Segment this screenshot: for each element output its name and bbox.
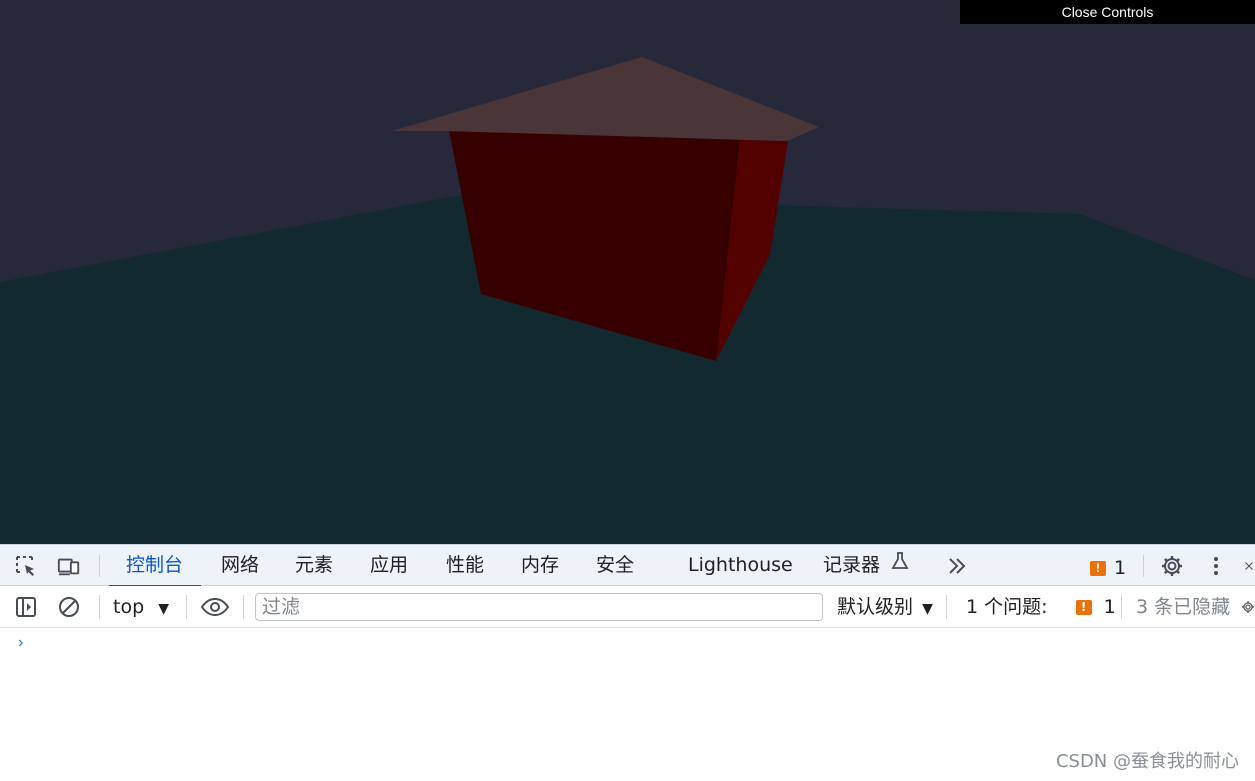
divider bbox=[1143, 555, 1144, 577]
filter-input[interactable] bbox=[255, 593, 823, 621]
hidden-messages-count: 3 条已隐藏 bbox=[1136, 596, 1231, 618]
close-icon[interactable] bbox=[1243, 554, 1255, 578]
issues-badge-button[interactable]: ! 1 bbox=[1090, 557, 1126, 579]
issue-badge-icon: ! bbox=[1090, 560, 1106, 576]
context-selector-label: top bbox=[113, 596, 145, 618]
divider bbox=[99, 595, 100, 619]
issues-count: 1 bbox=[1103, 596, 1116, 618]
context-selector[interactable]: top ▼ bbox=[113, 586, 169, 628]
issues-link[interactable]: 1 个问题: ! 1 bbox=[966, 586, 1116, 628]
issue-badge-icon: ! bbox=[1075, 600, 1092, 615]
divider bbox=[946, 595, 947, 619]
console-settings-gear-icon[interactable] bbox=[1241, 594, 1255, 620]
tab-recorder[interactable]: 记录器 bbox=[823, 545, 910, 586]
devtools-panel: 控制台 网络 元素 应用 性能 内存 安全 Lighthouse 记录器 ! 1 bbox=[0, 544, 1255, 781]
caret-down-icon: ▼ bbox=[922, 601, 933, 617]
log-level-dropdown[interactable]: 默认级别 ▼ bbox=[837, 586, 933, 628]
watermark: CSDN @蚕食我的耐心 bbox=[1055, 751, 1239, 772]
three-scene-canvas[interactable] bbox=[0, 0, 1255, 544]
caret-down-icon: ▼ bbox=[158, 601, 169, 617]
tab-performance[interactable]: 性能 bbox=[446, 545, 484, 586]
tab-console[interactable]: 控制台 bbox=[108, 545, 202, 587]
issues-label: 1 个问题: bbox=[966, 596, 1048, 618]
console-prompt-icon: › bbox=[18, 634, 24, 651]
sidebar-toggle-icon[interactable] bbox=[13, 594, 39, 620]
tab-memory[interactable]: 内存 bbox=[521, 545, 559, 586]
gear-icon[interactable] bbox=[1160, 554, 1184, 578]
chevron-double-right-icon[interactable] bbox=[945, 554, 969, 578]
log-level-label: 默认级别 bbox=[837, 596, 914, 618]
flask-icon bbox=[890, 545, 910, 586]
clear-console-icon[interactable] bbox=[56, 594, 82, 620]
eye-icon[interactable] bbox=[200, 594, 230, 620]
tab-lighthouse[interactable]: Lighthouse bbox=[688, 545, 793, 586]
divider bbox=[243, 595, 244, 619]
inspect-element-icon[interactable] bbox=[14, 554, 38, 578]
kebab-menu-icon[interactable] bbox=[1204, 554, 1228, 578]
divider bbox=[99, 555, 100, 577]
device-toolbar-icon[interactable] bbox=[57, 554, 81, 578]
tab-elements[interactable]: 元素 bbox=[295, 545, 333, 586]
close-controls-button[interactable]: Close Controls bbox=[960, 0, 1255, 24]
devtools-tabbar: 控制台 网络 元素 应用 性能 内存 安全 Lighthouse 记录器 ! 1 bbox=[0, 544, 1255, 587]
tab-security[interactable]: 安全 bbox=[596, 545, 634, 586]
issues-count: 1 bbox=[1114, 557, 1127, 579]
divider bbox=[1121, 595, 1122, 619]
divider bbox=[186, 595, 187, 619]
tab-recorder-label: 记录器 bbox=[823, 554, 881, 576]
console-output[interactable]: › CSDN @蚕食我的耐心 bbox=[0, 628, 1255, 781]
tab-network[interactable]: 网络 bbox=[221, 545, 259, 586]
tab-application[interactable]: 应用 bbox=[370, 545, 408, 586]
console-toolbar: top ▼ 默认级别 ▼ 1 个问题: ! 1 3 条已隐藏 bbox=[0, 586, 1255, 628]
